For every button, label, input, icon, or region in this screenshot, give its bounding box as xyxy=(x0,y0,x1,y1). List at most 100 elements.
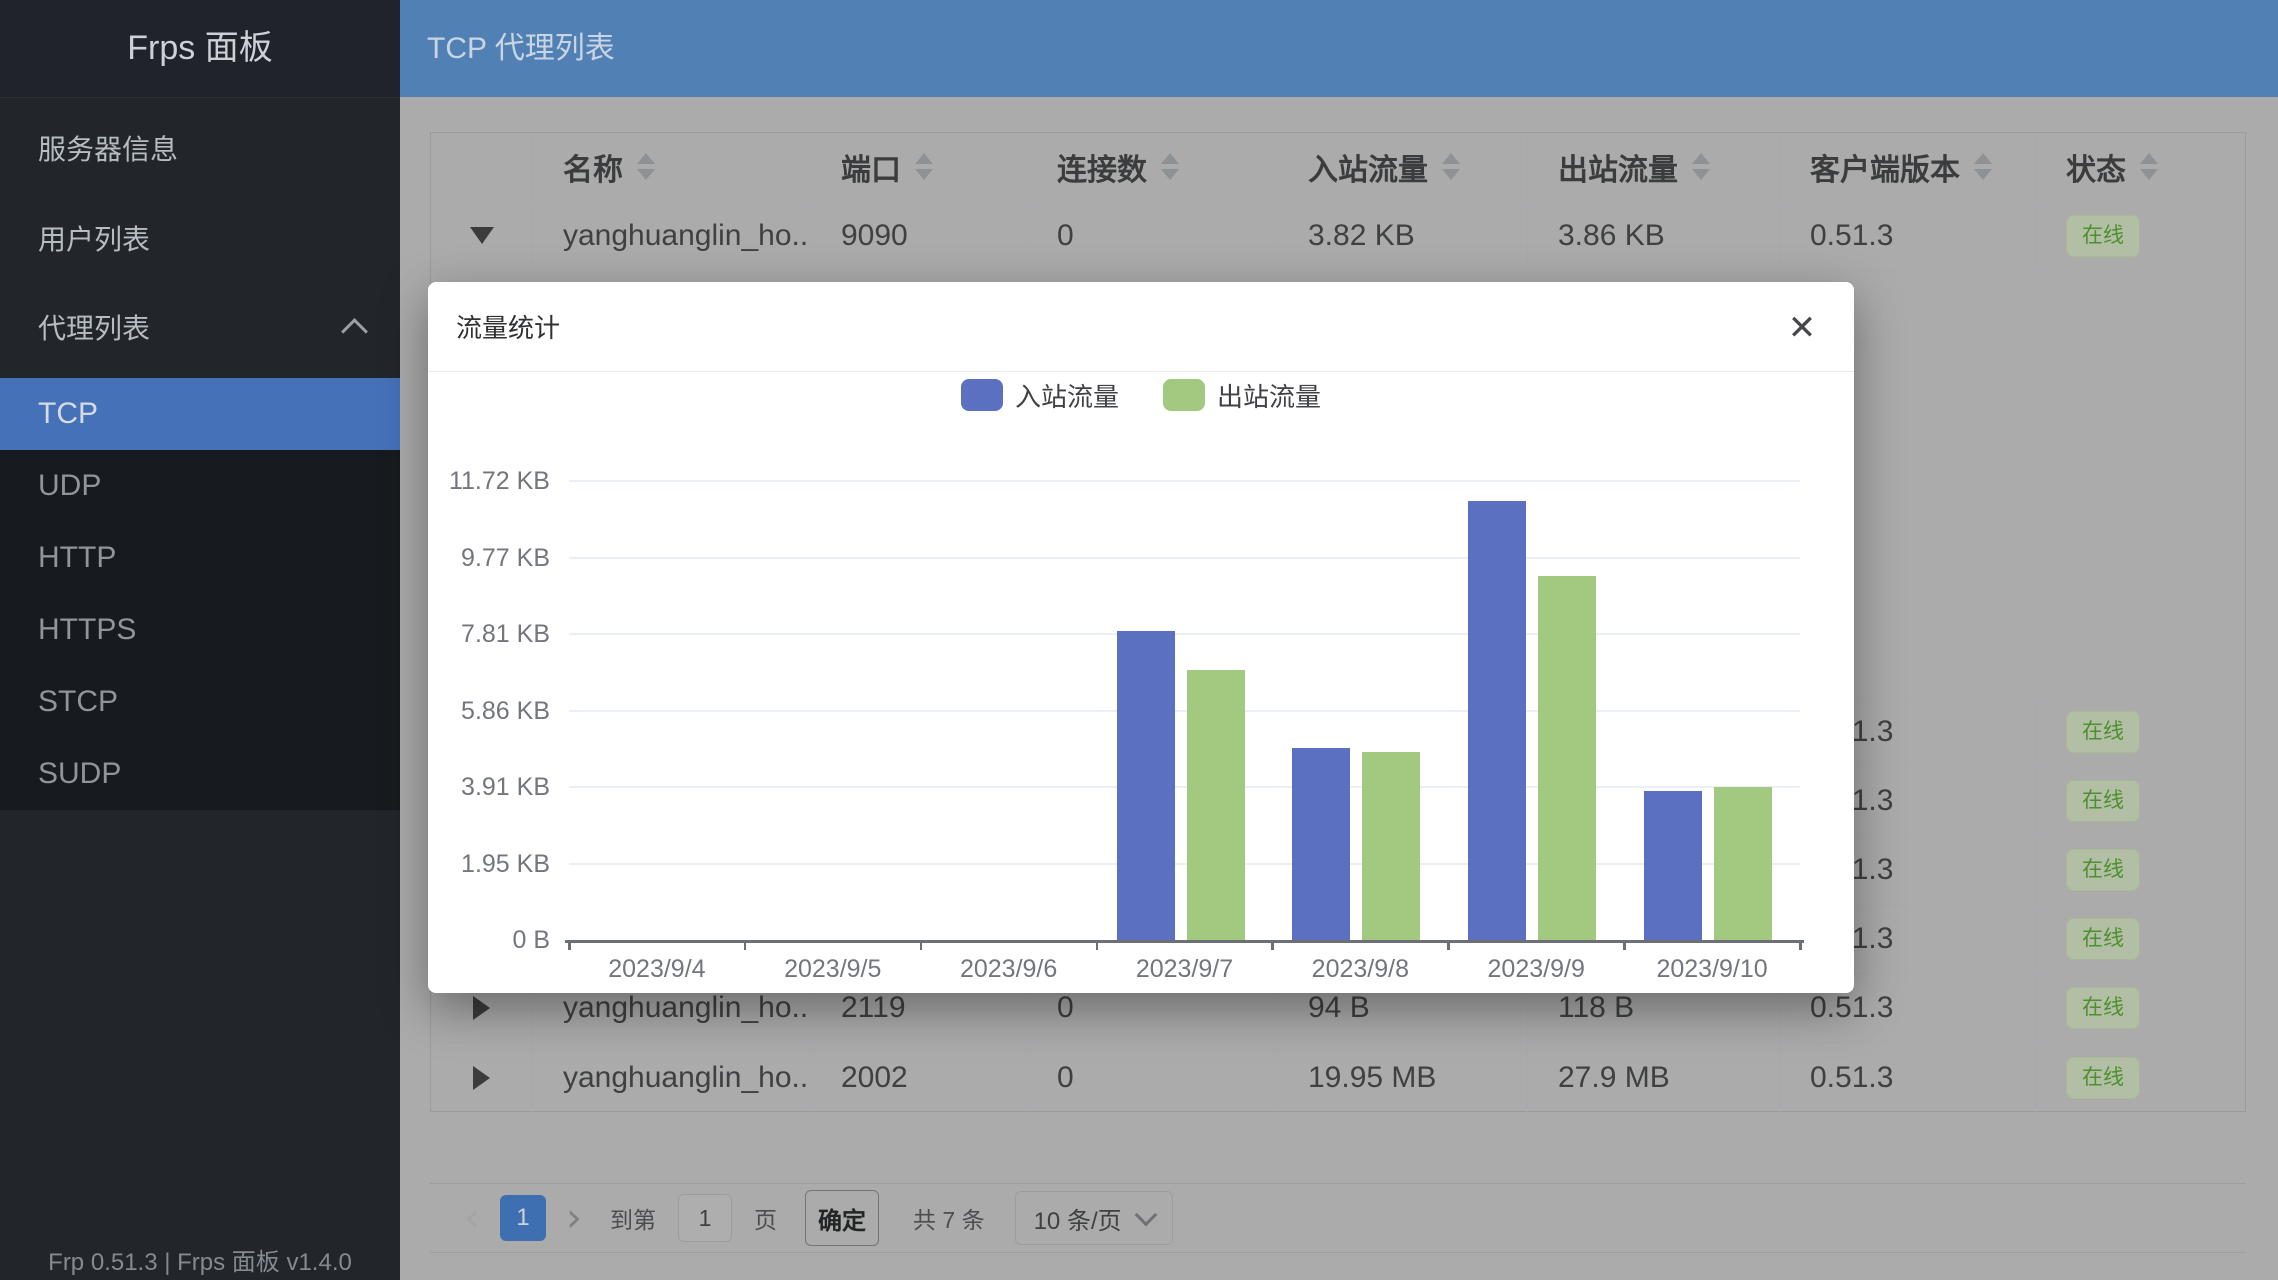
sidebar-subitem-label: UDP xyxy=(38,469,101,503)
status-badge: 在线 xyxy=(2066,918,2140,960)
y-axis-tick-label: 5.86 KB xyxy=(428,694,550,728)
column-label: 客户端版本 xyxy=(1810,145,1960,189)
cell-port: 9090 xyxy=(811,201,1027,270)
table-row: yanghuanglin_ho...2002019.95 MB27.9 MB0.… xyxy=(431,1043,2245,1113)
sort-carets-icon xyxy=(2140,153,2158,180)
sidebar: Frps 面板 服务器信息 用户列表 代理列表 TCP UDP HTTP HTT… xyxy=(0,0,400,1280)
column-header-expand xyxy=(431,133,533,200)
pagination-bar: ‹ 1 › 到第 页 确定 共 7 条 10 条/页 xyxy=(430,1183,2246,1253)
cell-name: yanghuanglin_ho... xyxy=(533,1043,811,1112)
cell-out: 3.86 KB xyxy=(1528,201,1780,270)
sidebar-item-proxy-list[interactable]: 代理列表 xyxy=(0,287,400,367)
sort-carets-icon xyxy=(1442,153,1460,180)
sidebar-subitem-label: STCP xyxy=(38,685,118,719)
column-label: 端口 xyxy=(841,145,901,189)
expand-row-toggle[interactable] xyxy=(431,201,533,270)
x-axis-tick xyxy=(920,940,923,950)
y-axis-tick-label: 9.77 KB xyxy=(428,541,550,575)
status-badge: 在线 xyxy=(2066,711,2140,753)
y-axis-tick-label: 7.81 KB xyxy=(428,617,550,651)
status-badge: 在线 xyxy=(2066,987,2140,1029)
frps-dashboard: TCP 代理列表 Frps 面板 服务器信息 用户列表 代理列表 TCP UDP… xyxy=(0,0,2278,1280)
x-axis-tick-label: 2023/9/10 xyxy=(1624,952,1800,986)
expand-arrow-icon xyxy=(473,1066,490,1090)
table-header-row: 名称 端口 连接数 入站流量 出站流量 客户端版本 状态 xyxy=(431,133,2245,201)
sort-carets-icon xyxy=(1974,153,1992,180)
legend-item-inbound[interactable]: 入站流量 xyxy=(961,377,1119,414)
bar-outbound xyxy=(1362,752,1420,940)
cell-status: 在线 xyxy=(2036,974,2243,1042)
sidebar-item-label: 代理列表 xyxy=(38,307,150,347)
cell-status: 在线 xyxy=(2036,698,2243,766)
cell-status: 在线 xyxy=(2036,905,2243,973)
x-axis-tick-label: 2023/9/5 xyxy=(745,952,921,986)
close-icon[interactable]: ✕ xyxy=(1780,306,1824,350)
status-badge: 在线 xyxy=(2066,1057,2140,1099)
column-label: 状态 xyxy=(2066,145,2126,189)
prev-page-button[interactable]: ‹ xyxy=(464,1198,480,1238)
next-page-button[interactable]: › xyxy=(566,1198,582,1238)
sidebar-item-label: 服务器信息 xyxy=(38,128,178,168)
grid-line xyxy=(569,557,1800,559)
cell-in: 19.95 MB xyxy=(1278,1043,1528,1112)
traffic-stats-dialog: 流量统计 ✕ 入站流量 出站流量 0 B1.95 KB3.91 KB5.86 K… xyxy=(428,282,1854,993)
x-axis-tick xyxy=(744,940,747,950)
cell-out: 27.9 MB xyxy=(1528,1043,1780,1112)
sidebar-item-sudp[interactable]: SUDP xyxy=(0,738,400,810)
sidebar-submenu: TCP UDP HTTP HTTPS STCP SUDP xyxy=(0,378,400,810)
column-header-traffic-in[interactable]: 入站流量 xyxy=(1278,133,1528,200)
sort-carets-icon xyxy=(637,153,655,180)
cell-version: 0.51.3 xyxy=(1780,1043,2036,1112)
sort-carets-icon xyxy=(1161,153,1179,180)
sidebar-item-tcp[interactable]: TCP xyxy=(0,378,400,450)
x-axis-line xyxy=(565,940,1804,943)
sort-carets-icon xyxy=(1692,153,1710,180)
cell-status: 在线 xyxy=(2036,767,2243,835)
page-size-value: 10 条/页 xyxy=(1034,1201,1122,1236)
column-header-traffic-out[interactable]: 出站流量 xyxy=(1528,133,1780,200)
status-badge: 在线 xyxy=(2066,849,2140,891)
x-axis-tick xyxy=(1799,940,1802,950)
status-badge: 在线 xyxy=(2066,215,2140,257)
cell-conns: 0 xyxy=(1027,201,1278,270)
sidebar-item-https[interactable]: HTTPS xyxy=(0,594,400,666)
sidebar-title: Frps 面板 xyxy=(0,0,400,98)
sidebar-subitem-label: HTTP xyxy=(38,541,116,575)
sidebar-item-stcp[interactable]: STCP xyxy=(0,666,400,738)
sidebar-item-udp[interactable]: UDP xyxy=(0,450,400,522)
x-axis-tick xyxy=(1096,940,1099,950)
sidebar-subitem-label: TCP xyxy=(38,397,98,431)
column-header-status[interactable]: 状态 xyxy=(2036,133,2243,200)
page-size-select[interactable]: 10 条/页 xyxy=(1015,1191,1173,1245)
column-header-connections[interactable]: 连接数 xyxy=(1027,133,1278,200)
collapse-arrow-icon xyxy=(470,227,494,244)
cell-status: 在线 xyxy=(2036,201,2243,270)
sidebar-item-user-list[interactable]: 用户列表 xyxy=(0,198,400,278)
status-badge: 在线 xyxy=(2066,780,2140,822)
app-bar: TCP 代理列表 xyxy=(400,0,2278,97)
column-header-port[interactable]: 端口 xyxy=(811,133,1027,200)
x-axis-tick xyxy=(1623,940,1626,950)
column-header-client-version[interactable]: 客户端版本 xyxy=(1780,133,2036,200)
table-row: yanghuanglin_ho...909003.82 KB3.86 KB0.5… xyxy=(431,201,2245,271)
expand-row-toggle[interactable] xyxy=(431,1043,533,1112)
goto-page-suffix: 页 xyxy=(754,1201,777,1235)
x-axis-tick xyxy=(568,940,571,950)
sidebar-item-http[interactable]: HTTP xyxy=(0,522,400,594)
goto-page-prefix: 到第 xyxy=(610,1201,656,1235)
bar-outbound xyxy=(1538,576,1596,940)
grid-line xyxy=(569,480,1800,482)
page-number-button[interactable]: 1 xyxy=(500,1195,546,1241)
legend-label: 出站流量 xyxy=(1217,377,1321,414)
bar-outbound xyxy=(1187,670,1245,940)
total-count-label: 共 7 条 xyxy=(913,1201,985,1235)
goto-page-input[interactable] xyxy=(678,1194,732,1242)
cell-status: 在线 xyxy=(2036,836,2243,904)
confirm-button[interactable]: 确定 xyxy=(805,1190,879,1246)
y-axis-tick-label: 1.95 KB xyxy=(428,847,550,881)
bar-inbound xyxy=(1644,791,1702,940)
legend-item-outbound[interactable]: 出站流量 xyxy=(1163,377,1321,414)
column-header-name[interactable]: 名称 xyxy=(533,133,811,200)
sidebar-item-server-info[interactable]: 服务器信息 xyxy=(0,108,400,188)
column-label: 名称 xyxy=(563,145,623,189)
